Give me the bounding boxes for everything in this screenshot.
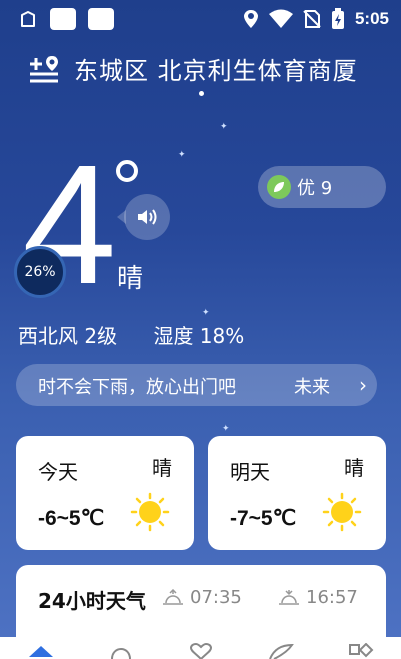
sunrise-info: 07:35 <box>162 587 242 608</box>
home-icon[interactable] <box>26 643 56 659</box>
app-square-icon <box>88 8 114 30</box>
humidity-text: 湿度 18% <box>153 324 245 348</box>
voice-broadcast-button[interactable] <box>124 194 170 240</box>
forecast-range: -6~5℃ <box>38 507 105 530</box>
forecast-range: -7~5℃ <box>230 507 297 530</box>
no-sim-icon <box>303 10 321 28</box>
sun-icon <box>322 492 362 532</box>
rain-tip-bar[interactable]: 时不会下雨，放心出门吧 未来 › <box>16 364 377 406</box>
chevron-right-icon: › <box>359 373 367 397</box>
status-right: 5:05 <box>243 8 389 30</box>
add-location-icon[interactable] <box>28 54 62 84</box>
status-bar: 5:05 <box>0 0 401 38</box>
wind-text: 西北风 2级 <box>18 324 118 348</box>
aqi-label: 优 9 <box>297 178 333 199</box>
sunrise-time: 07:35 <box>190 587 242 608</box>
star-decoration: ✦ <box>202 308 210 318</box>
status-left <box>18 8 114 30</box>
aqi-pill[interactable]: 优 9 <box>258 166 386 208</box>
wind-humidity-line: 西北风 2级 湿度 18% <box>18 320 274 349</box>
page-indicator-dot <box>199 91 204 96</box>
heart-icon[interactable] <box>186 643 216 659</box>
forecast-card-today[interactable]: 今天 晴 -6~5℃ <box>16 436 194 550</box>
leaf-nav-icon[interactable] <box>266 643 296 659</box>
wifi-icon <box>268 9 293 28</box>
degree-symbol <box>116 160 138 182</box>
status-time: 5:05 <box>354 9 389 28</box>
forecast-day: 明天 <box>230 460 270 484</box>
header: 东城区 北京利生体育商厦 <box>0 48 401 88</box>
battery-charging-icon <box>331 8 344 29</box>
rain-tip-text: 时不会下雨，放心出门吧 <box>38 377 236 398</box>
bottom-nav <box>0 637 401 659</box>
grid-icon[interactable] <box>346 643 376 659</box>
forecast-card-tomorrow[interactable]: 明天 晴 -7~5℃ <box>208 436 386 550</box>
clipboard-icon <box>21 11 35 27</box>
star-decoration: ✦ <box>178 150 186 160</box>
cloud-icon[interactable] <box>106 643 136 659</box>
star-decoration: ✦ <box>222 424 230 434</box>
sunrise-icon <box>163 588 183 605</box>
location-title[interactable]: 东城区 北京利生体育商厦 <box>74 51 358 86</box>
forecast-weather: 晴 <box>344 456 364 480</box>
location-icon <box>243 10 258 28</box>
sunset-time: 16:57 <box>306 587 358 608</box>
forecast-weather: 晴 <box>152 456 172 480</box>
leaf-icon <box>267 175 291 199</box>
sun-icon <box>130 492 170 532</box>
humidity-gauge[interactable]: 26% <box>14 246 66 298</box>
app-square-icon <box>50 8 76 30</box>
sunset-info: 16:57 <box>278 587 358 608</box>
hourly-title: 24小时天气 <box>38 589 146 613</box>
forecast-day: 今天 <box>38 460 78 484</box>
rain-tip-next: 未来 <box>294 377 330 398</box>
current-weather: 晴 <box>117 264 144 294</box>
speaker-icon <box>138 209 157 225</box>
star-decoration: ✦ <box>220 122 228 132</box>
sunset-icon <box>279 589 299 605</box>
humidity-gauge-value: 26% <box>24 264 56 280</box>
